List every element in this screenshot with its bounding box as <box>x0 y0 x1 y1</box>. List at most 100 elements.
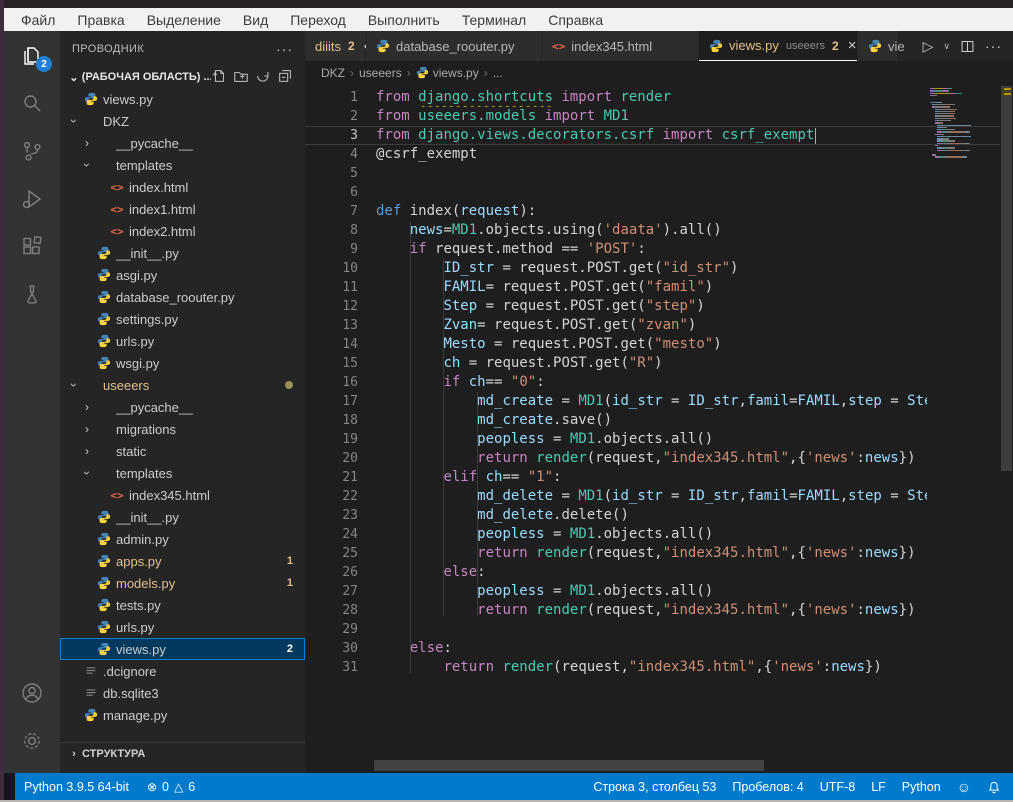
code-line-8[interactable]: 8 news=MD1.objects.using('daata').all() <box>305 221 1013 240</box>
activity-search[interactable] <box>4 79 60 127</box>
code-line-5[interactable]: 5 <box>305 164 1013 183</box>
eol-status[interactable]: LF <box>871 780 886 794</box>
code-line-1[interactable]: 1from django.shortcuts import render <box>305 88 1013 107</box>
code-line-11[interactable]: 11 FAMIL= request.POST.get("famil") <box>305 278 1013 297</box>
menu-item[interactable]: Выделение <box>136 11 232 29</box>
line-number[interactable]: 13 <box>305 316 376 335</box>
collapse-all-button[interactable] <box>277 68 293 87</box>
activity-run-debug[interactable] <box>4 175 60 223</box>
line-number[interactable]: 25 <box>305 544 376 563</box>
tree-item-database_roouter.py[interactable]: database_roouter.py <box>60 286 305 308</box>
menu-item[interactable]: Файл <box>10 11 66 29</box>
tab-vie[interactable]: vie <box>858 31 898 61</box>
menu-item[interactable]: Вид <box>232 11 279 29</box>
line-number[interactable]: 23 <box>305 506 376 525</box>
line-number[interactable]: 15 <box>305 354 376 373</box>
breadcrumb-item-...[interactable]: ... <box>493 66 503 80</box>
menu-item[interactable]: Переход <box>279 11 357 29</box>
code-line-9[interactable]: 9 if request.method == 'POST': <box>305 240 1013 259</box>
code-line-29[interactable]: 29 <box>305 620 1013 639</box>
run-dropdown-icon[interactable]: ∨ <box>940 35 953 57</box>
breadcrumb-item-DKZ[interactable]: DKZ <box>321 66 345 80</box>
feedback-smiley-icon[interactable]: ☺ <box>957 779 971 795</box>
line-number[interactable]: 16 <box>305 373 376 392</box>
menu-item[interactable]: Справка <box>537 11 614 29</box>
new-folder-button[interactable] <box>233 68 249 87</box>
menu-item[interactable]: Правка <box>66 11 135 29</box>
tree-item-models.py[interactable]: models.py1 <box>60 572 305 594</box>
tree-item-__init__.py[interactable]: __init__.py <box>60 242 305 264</box>
code-line-21[interactable]: 21 elif ch== "1": <box>305 468 1013 487</box>
code-line-6[interactable]: 6 <box>305 183 1013 202</box>
line-number[interactable]: 26 <box>305 563 376 582</box>
tree-item-templates[interactable]: ›templates <box>60 462 305 484</box>
line-number[interactable]: 3 <box>305 127 376 144</box>
code-line-28[interactable]: 28 return render(request,"index345.html"… <box>305 601 1013 620</box>
line-number[interactable]: 5 <box>305 164 376 183</box>
outline-section-header[interactable]: › СТРУКТУРА <box>60 742 305 765</box>
code-line-3[interactable]: 3from django.views.decorators.csrf impor… <box>305 126 1013 145</box>
code-line-27[interactable]: 27 peopless = MD1.objects.all() <box>305 582 1013 601</box>
code-line-22[interactable]: 22 md_delete = MD1(id_str = ID_str,famil… <box>305 487 1013 506</box>
activity-source-control[interactable] <box>4 127 60 175</box>
tree-item-useeers[interactable]: ›useeers <box>60 374 305 396</box>
line-number[interactable]: 31 <box>305 658 376 677</box>
sidebar-more-button[interactable]: ··· <box>276 41 293 57</box>
code-line-10[interactable]: 10 ID_str = request.POST.get("id_str") <box>305 259 1013 278</box>
tree-item-asgi.py[interactable]: asgi.py <box>60 264 305 286</box>
tree-item-__pycache__[interactable]: ›__pycache__ <box>60 132 305 154</box>
line-number[interactable]: 9 <box>305 240 376 259</box>
tree-item-__pycache__[interactable]: ›__pycache__ <box>60 396 305 418</box>
line-number[interactable]: 8 <box>305 221 376 240</box>
tree-item-manage.py[interactable]: manage.py <box>60 704 305 726</box>
line-number[interactable]: 12 <box>305 297 376 316</box>
line-number[interactable]: 4 <box>305 145 376 164</box>
tab-database_roouter.py[interactable]: database_roouter.py <box>366 31 541 61</box>
cursor-position-status[interactable]: Строка 3, столбец 53 <box>593 780 716 794</box>
code-line-25[interactable]: 25 return render(request,"index345.html"… <box>305 544 1013 563</box>
tree-item-index2.html[interactable]: <>index2.html <box>60 220 305 242</box>
code-line-30[interactable]: 30 else: <box>305 639 1013 658</box>
tree-item-DKZ[interactable]: ›DKZ <box>60 110 305 132</box>
activity-testing[interactable] <box>4 271 60 319</box>
horizontal-scrollbar[interactable] <box>374 760 764 771</box>
line-number[interactable]: 18 <box>305 411 376 430</box>
tree-item-apps.py[interactable]: apps.py1 <box>60 550 305 572</box>
activity-extensions[interactable] <box>4 223 60 271</box>
tree-item-views.py[interactable]: views.py2 <box>60 638 305 660</box>
tree-item-views.py[interactable]: views.py <box>60 88 305 110</box>
code-line-26[interactable]: 26 else: <box>305 563 1013 582</box>
vertical-scrollbar-lane[interactable] <box>1000 84 1013 773</box>
code-line-19[interactable]: 19 peopless = MD1.objects.all() <box>305 430 1013 449</box>
code-line-16[interactable]: 16 if ch== "0": <box>305 373 1013 392</box>
python-interpreter-status[interactable]: Python 3.9.5 64-bit <box>24 780 129 794</box>
tree-item-index.html[interactable]: <>index.html <box>60 176 305 198</box>
line-number[interactable]: 27 <box>305 582 376 601</box>
code-line-4[interactable]: 4@csrf_exempt <box>305 145 1013 164</box>
tree-item-tests.py[interactable]: tests.py <box>60 594 305 616</box>
line-number[interactable]: 14 <box>305 335 376 354</box>
close-icon[interactable]: × <box>848 37 857 54</box>
line-number[interactable]: 2 <box>305 107 376 126</box>
tree-item-templates[interactable]: ›templates <box>60 154 305 176</box>
line-number[interactable]: 30 <box>305 639 376 658</box>
line-number[interactable]: 29 <box>305 620 376 639</box>
tree-item-wsgi.py[interactable]: wsgi.py <box>60 352 305 374</box>
tab-index345.html[interactable]: <>index345.html <box>542 31 698 61</box>
code-line-24[interactable]: 24 peopless = MD1.objects.all() <box>305 525 1013 544</box>
tree-item-index345.html[interactable]: <>index345.html <box>60 484 305 506</box>
line-number[interactable]: 11 <box>305 278 376 297</box>
menu-item[interactable]: Терминал <box>451 11 537 29</box>
line-number[interactable]: 10 <box>305 259 376 278</box>
tab-diiits[interactable]: diiits2● <box>305 31 365 61</box>
code-line-14[interactable]: 14 Mesto = request.POST.get("mesto") <box>305 335 1013 354</box>
line-number[interactable]: 21 <box>305 468 376 487</box>
notifications-bell-icon[interactable] <box>987 780 1001 794</box>
line-number[interactable]: 28 <box>305 601 376 620</box>
breadcrumb-item-useeers[interactable]: useeers <box>359 66 402 80</box>
workspace-section-header[interactable]: ⌄ (РАБОЧАЯ ОБЛАСТЬ) ... <box>60 66 305 88</box>
code-line-15[interactable]: 15 ch = request.POST.get("R") <box>305 354 1013 373</box>
indentation-status[interactable]: Пробелов: 4 <box>732 780 803 794</box>
tree-item-urls.py[interactable]: urls.py <box>60 616 305 638</box>
minimap[interactable] <box>930 88 1000 159</box>
